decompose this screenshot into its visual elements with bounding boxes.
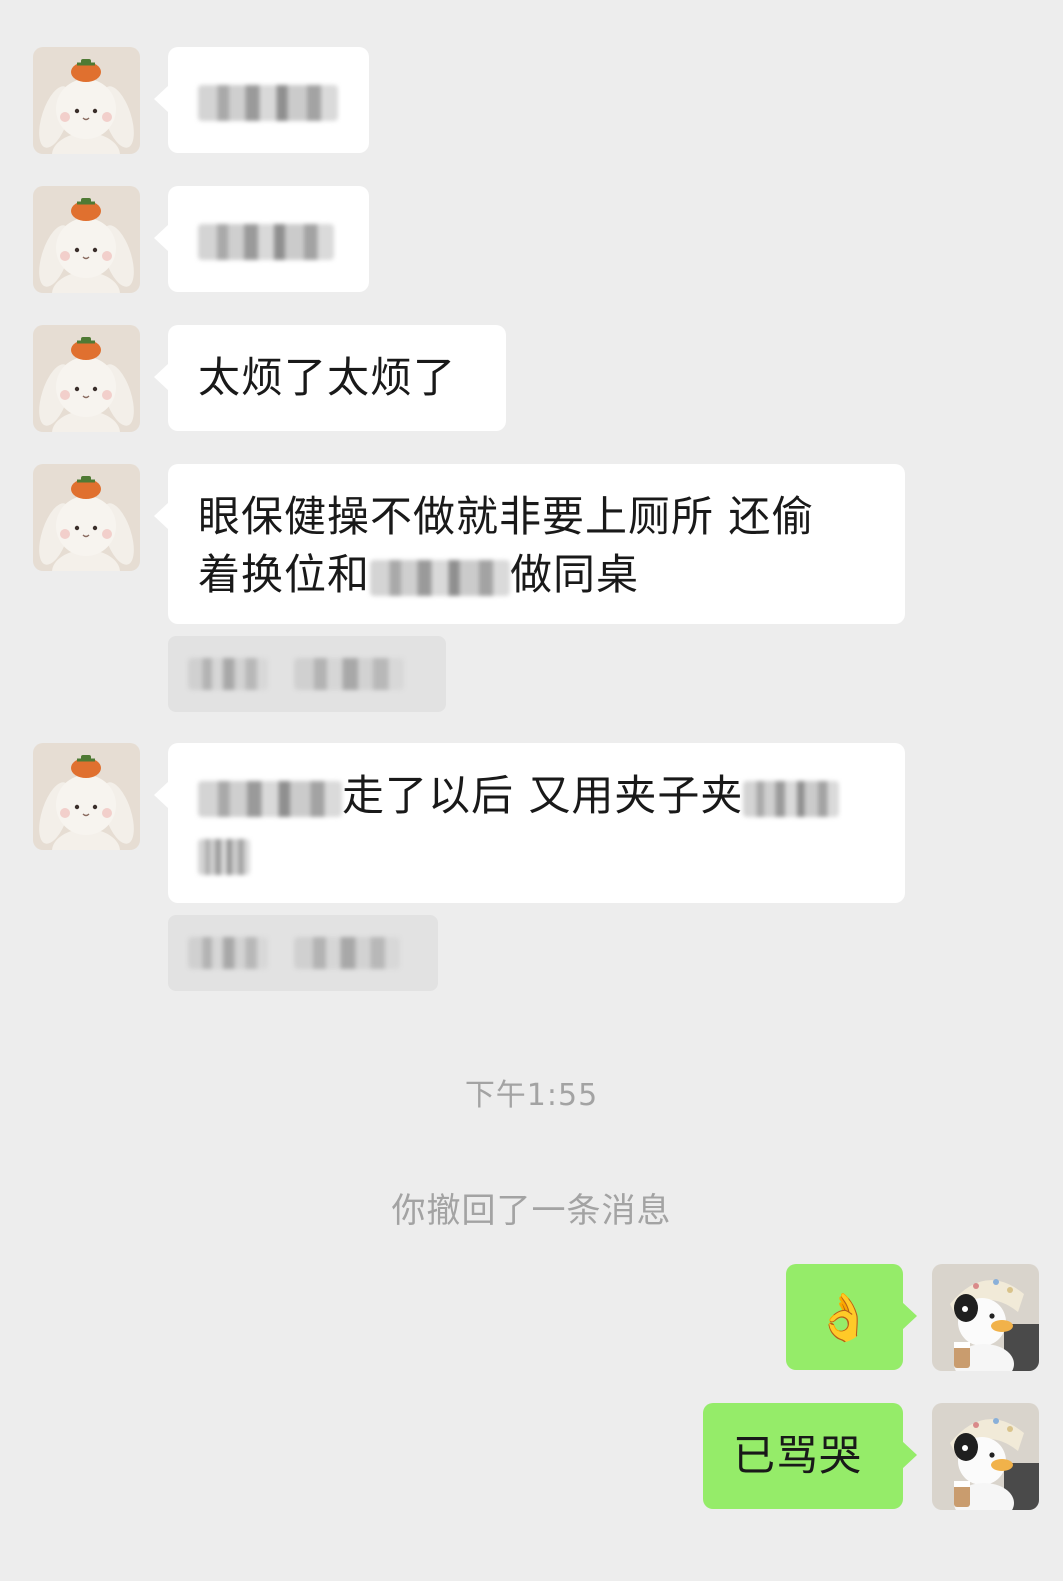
recall-notice: 你撤回了一条消息: [391, 1191, 672, 1231]
redacted-text: [198, 84, 338, 121]
message-bubble-5[interactable]: 走了以后 又用夹子夹: [154, 743, 905, 903]
my-message-bubble-1[interactable]: 👌: [786, 1264, 917, 1370]
redacted-text: [198, 838, 250, 875]
my-avatar[interactable]: [932, 1264, 1039, 1371]
my-avatar[interactable]: [932, 1403, 1039, 1510]
message-text: 太烦了太烦了: [198, 353, 457, 402]
redacted-text: [198, 780, 342, 817]
redacted-text: [294, 937, 400, 969]
friend-avatar[interactable]: [33, 325, 140, 432]
redacted-text: [743, 780, 840, 817]
timestamp: 下午1:55: [464, 1078, 599, 1113]
message-text-part: 着换位和: [198, 550, 371, 599]
message-text-line2: 着换位和 做同桌: [198, 546, 875, 604]
message-text-line1: 走了以后 又用夹子夹: [198, 767, 875, 825]
redacted-text: [188, 658, 268, 690]
message-bubble-2[interactable]: [154, 186, 369, 292]
quoted-reply[interactable]: [168, 636, 446, 712]
bunny-avatar-icon: [33, 47, 140, 154]
friend-avatar[interactable]: [33, 47, 140, 154]
friend-avatar[interactable]: [33, 186, 140, 293]
friend-avatar[interactable]: [33, 743, 140, 850]
redacted-text: [188, 937, 268, 969]
bunny-avatar-icon: [33, 743, 140, 850]
quoted-reply[interactable]: [168, 915, 438, 991]
message-text-part: 做同桌: [510, 550, 640, 599]
duck-avatar-icon: [932, 1403, 1039, 1510]
redacted-text: [294, 658, 404, 690]
ok-hand-icon: 👌: [815, 1290, 874, 1344]
bunny-avatar-icon: [33, 325, 140, 432]
message-bubble-3[interactable]: 太烦了太烦了: [154, 325, 506, 431]
redacted-text: [370, 559, 511, 596]
message-bubble-4[interactable]: 眼保健操不做就非要上厕所 还偷 着换位和 做同桌: [154, 464, 905, 624]
message-text-part: 走了以后 又用夹子夹: [342, 771, 744, 820]
my-message-bubble-2[interactable]: 已骂哭: [703, 1403, 917, 1509]
redacted-text: [198, 223, 334, 260]
bunny-avatar-icon: [33, 464, 140, 571]
duck-avatar-icon: [932, 1264, 1039, 1371]
friend-avatar[interactable]: [33, 464, 140, 571]
message-text-line1: 眼保健操不做就非要上厕所 还偷: [198, 492, 815, 541]
message-bubble-1[interactable]: [154, 47, 369, 153]
message-text-line2: [198, 825, 875, 883]
message-text: 已骂哭: [733, 1431, 863, 1480]
bunny-avatar-icon: [33, 186, 140, 293]
